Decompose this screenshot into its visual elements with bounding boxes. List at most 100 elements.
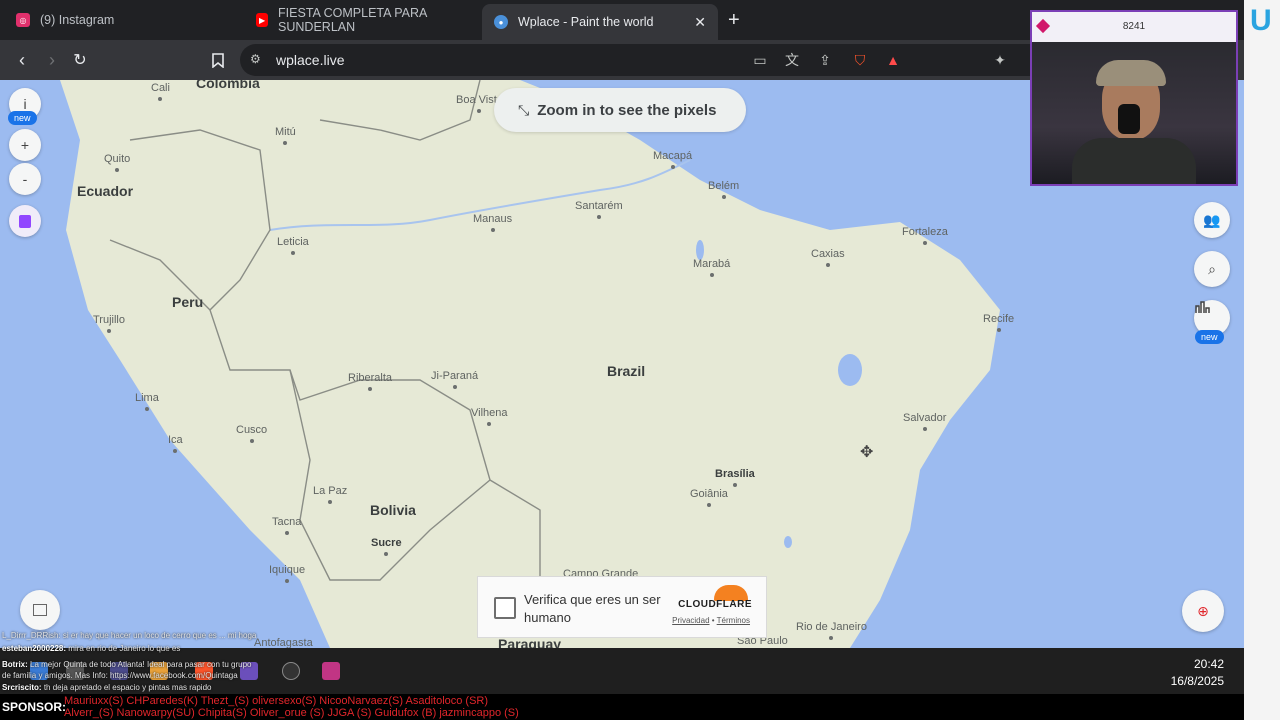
address-bar[interactable]: ⚙ wplace.live xyxy=(240,44,1040,76)
chat-message: Srcriscito: th deja apretado el espacio … xyxy=(2,683,212,692)
zoom-out-button[interactable]: - xyxy=(9,163,41,195)
city-label: Trujillo xyxy=(93,314,125,333)
crosshair-icon: ⊕ xyxy=(1197,602,1209,619)
reload-button[interactable]: ↻ xyxy=(68,48,92,72)
city-label: Goiânia xyxy=(690,488,728,507)
chat-message: L_Dirrr_DRRish: si er hay que hacer un l… xyxy=(2,631,257,640)
cast-icon[interactable]: ▭ xyxy=(750,50,770,70)
tab-title: FIESTA COMPLETA PARA SUNDERLAN xyxy=(278,6,427,34)
webcam-overlay: 8241 xyxy=(1030,10,1238,186)
app-icon[interactable] xyxy=(322,662,340,680)
bar-chart-icon xyxy=(1195,301,1210,313)
zoom-hint[interactable]: ⤡ Zoom in to see the pixels xyxy=(494,88,746,132)
zoom-in-button[interactable]: + xyxy=(9,129,41,161)
privacy-link[interactable]: Privacidad xyxy=(672,616,709,625)
city-label: Macapá xyxy=(653,150,693,169)
webcam-video xyxy=(1032,42,1236,184)
city-label: Fortaleza xyxy=(902,226,948,245)
city-label: Mitú xyxy=(275,126,296,145)
city-label: Riberalta xyxy=(348,372,393,391)
palette-button[interactable] xyxy=(20,590,60,630)
tab-instagram[interactable]: ◎ (9) Instagram xyxy=(10,0,240,40)
new-badge: new xyxy=(8,111,37,125)
new-tab-button[interactable]: + xyxy=(728,10,740,30)
captcha-text: Verifica que eres un ser humano xyxy=(524,592,661,625)
instagram-icon: ◎ xyxy=(16,13,30,27)
search-map-button[interactable]: ⌕ xyxy=(1194,251,1230,287)
forward-button[interactable]: › xyxy=(40,48,64,72)
city-label: Lima xyxy=(135,392,159,411)
bookmark-icon[interactable] xyxy=(206,48,230,72)
twitch-icon xyxy=(19,214,31,228)
extensions-icon[interactable]: ✦ xyxy=(990,50,1010,70)
zoom-hint-text: Zoom in to see the pixels xyxy=(537,101,717,119)
brand-logo-icon: U xyxy=(1250,4,1272,37)
cloudflare-brand: CLOUDFLARE xyxy=(678,599,752,610)
tab-wplace[interactable]: ● Wplace - Paint the world ✕ xyxy=(482,4,718,40)
country-label: Ecuador xyxy=(77,183,134,199)
share-icon[interactable]: ⇪ xyxy=(815,50,835,70)
webcam-header: 8241 xyxy=(1032,12,1236,42)
sponsor-label: SPONSOR: xyxy=(2,700,67,714)
search-icon: ⌕ xyxy=(1208,260,1216,277)
city-label: Tacna xyxy=(272,516,302,535)
new-badge: new xyxy=(1195,330,1224,344)
overlay-right-strip: U xyxy=(1244,0,1280,720)
clock-date: 16/8/2025 xyxy=(1170,674,1224,688)
cloudflare-captcha: Verifica que eres un ser humano CLOUDFLA… xyxy=(477,576,767,638)
city-label: Caxias xyxy=(811,248,845,267)
pinch-zoom-icon: ⤡ xyxy=(518,101,530,118)
city-label: Ji-Paraná xyxy=(431,370,479,389)
leaderboard-users-button[interactable]: 👥 xyxy=(1194,202,1230,238)
tab-youtube[interactable]: ▶ FIESTA COMPLETA PARA SUNDERLAN xyxy=(250,0,475,40)
sponsor-bar: SPONSOR: Mauriuxx(S) CHParedes(K) Thezt_… xyxy=(0,694,1244,720)
globe-icon: ● xyxy=(494,15,508,29)
tab-title: Wplace - Paint the world xyxy=(518,15,654,29)
city-label: Iquique xyxy=(269,564,306,583)
city-label: Rio de Janeiro xyxy=(796,621,867,640)
city-label: Marabá xyxy=(693,258,731,277)
tab-title: (9) Instagram xyxy=(40,13,115,27)
city-label: Brasília xyxy=(715,468,755,487)
chat-message: esteban2000228: mira en rio de Janeiro l… xyxy=(2,644,181,653)
city-label: Ica xyxy=(168,434,183,453)
brave-shield-icon[interactable]: ⛉ xyxy=(850,50,870,70)
city-label: Leticia xyxy=(277,236,309,255)
users-icon: 👥 xyxy=(1203,211,1221,228)
twitch-button[interactable] xyxy=(9,205,41,237)
locate-button[interactable]: ⊕ xyxy=(1182,590,1224,632)
city-label: Belém xyxy=(708,180,740,199)
country-label: Peru xyxy=(172,294,204,310)
close-tab-icon[interactable]: ✕ xyxy=(694,14,706,31)
city-label: Cusco xyxy=(236,424,268,443)
back-button[interactable]: ‹ xyxy=(10,48,34,72)
obs-icon[interactable] xyxy=(282,662,300,680)
chat-message: Botrix: La mejor Quinta de todo Atlanta!… xyxy=(2,660,252,669)
city-label: Santarém xyxy=(575,200,623,219)
move-cursor-icon: ✥ xyxy=(860,444,874,461)
city-label: Manaus xyxy=(473,213,513,232)
captcha-links: Privacidad • Términos xyxy=(672,616,750,625)
city-label: Vilhena xyxy=(471,407,508,426)
terms-link[interactable]: Términos xyxy=(717,616,750,625)
city-label: Sucre xyxy=(371,537,402,556)
country-label: Bolivia xyxy=(370,502,416,518)
clock-time: 20:42 xyxy=(1193,657,1224,671)
youtube-icon: ▶ xyxy=(256,13,269,27)
city-label: Cali xyxy=(151,82,170,101)
translate-icon[interactable]: 文 xyxy=(782,50,802,70)
city-label: Antofagasta xyxy=(254,637,313,648)
sponsor-list: Mauriuxx(S) CHParedes(K) Thezt_(S) olive… xyxy=(64,695,489,707)
city-label: Salvador xyxy=(903,412,947,431)
url-text: wplace.live xyxy=(276,52,345,68)
city-label: Quito xyxy=(104,153,131,172)
site-settings-icon[interactable]: ⚙ xyxy=(250,52,261,66)
country-label: Colombia xyxy=(196,80,260,91)
sponsor-list: Alverr_(S) Nanowarpy(SU) Chipita(S) Oliv… xyxy=(64,707,519,719)
grid-icon xyxy=(33,604,47,616)
viewer-count: 8241 xyxy=(1122,21,1146,32)
brave-rewards-icon[interactable]: ▲ xyxy=(883,50,903,70)
human-verify-checkbox[interactable] xyxy=(494,597,516,619)
chat-message: de familia y amigos. Mas Info: https://w… xyxy=(2,671,238,680)
city-label: Recife xyxy=(983,313,1015,332)
